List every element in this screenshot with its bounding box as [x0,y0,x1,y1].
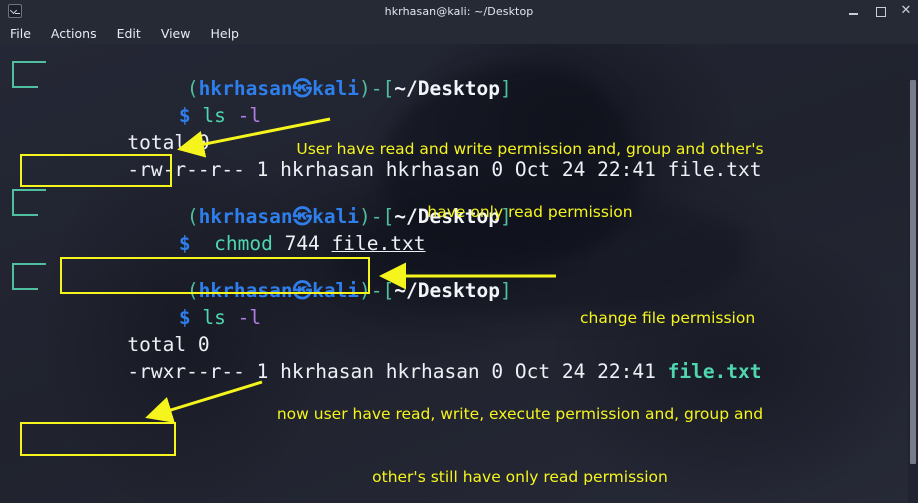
prompt-corner-top [12,189,46,191]
annotation-user-rwx: now user have read, write, execute permi… [205,362,835,503]
annotation-line: now user have read, write, execute permi… [276,405,764,423]
terminal-icon [8,4,22,18]
menu-item-view[interactable]: View [159,25,193,42]
file-type-char: - [127,360,140,383]
minimize-button[interactable] [848,5,860,17]
title-bar: hkrhasan@kali: ~/Desktop ✕ [0,0,918,22]
annotation-line: have only read permission [427,203,633,221]
annotation-line: change file permission [580,309,756,327]
terminal-window: hkrhasan@kali: ~/Desktop ✕ File Actions … [0,0,918,503]
prompt-corner-top [12,263,46,265]
scrollbar-thumb[interactable] [910,80,916,464]
output-total-2: total 0 [2,304,918,356]
window-title: hkrhasan@kali: ~/Desktop [384,4,534,18]
window-controls: ✕ [848,0,912,22]
menu-bar: File Actions Edit View Help [0,22,918,44]
scrollbar-track[interactable] [908,44,918,503]
menu-item-help[interactable]: Help [208,25,241,42]
terminal-block-3: (hkrhasan㉿kali)-[~/Desktop] $ ls -l tota… [2,250,918,383]
annotation-user-rw: User have read and write permission and,… [226,97,834,265]
prompt-corner-top [12,61,46,63]
terminal-area[interactable]: (hkrhasan㉿kali)-[~/Desktop] $ ls -l tota… [0,44,918,503]
annotation-line: other's still have only read permission [372,468,668,486]
annotation-line: User have read and write permission and,… [296,140,764,158]
menu-item-file[interactable]: File [8,25,33,42]
file-listing-row-2: -rwxr--r-- 1 hkrhasan hkrhasan 0 Oct 24 … [2,331,918,383]
maximize-button[interactable] [874,5,886,17]
close-button[interactable]: ✕ [900,4,912,17]
menu-item-edit[interactable]: Edit [115,25,143,42]
prompt-line-1: (hkrhasan㉿kali)-[~/Desktop] [2,48,918,100]
annotation-chmod: change file permission [580,266,755,371]
command-line-3: $ ls -l [2,277,918,329]
menu-item-actions[interactable]: Actions [49,25,99,42]
